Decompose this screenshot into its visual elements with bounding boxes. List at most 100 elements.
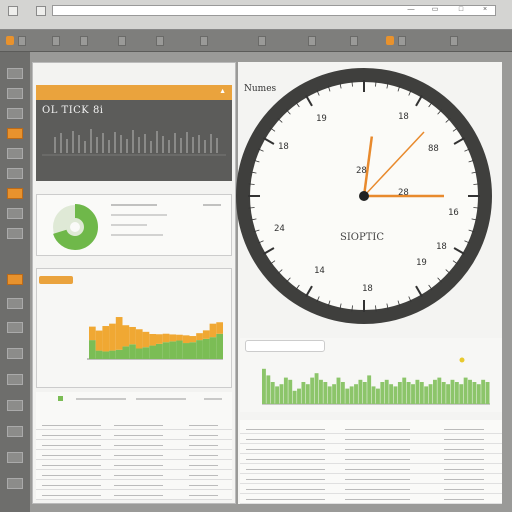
wave-bar: [301, 382, 306, 404]
notification-icon[interactable]: [386, 36, 394, 45]
stat-row: [36, 183, 232, 193]
sidebar-item[interactable]: [7, 322, 23, 333]
toolbar-item[interactable]: [118, 36, 126, 46]
clock-numeral: 18: [398, 112, 409, 122]
wave-chart-card: [240, 338, 502, 412]
gauge-lines: [111, 204, 221, 236]
sidebar-item[interactable]: [7, 148, 23, 159]
wave-bar: [270, 382, 275, 404]
table-row[interactable]: [36, 480, 232, 490]
table-cell: [188, 435, 219, 436]
clock-minor-tick: [428, 101, 433, 108]
toolbar-item[interactable]: [398, 36, 406, 46]
toolbar-item[interactable]: [350, 36, 358, 46]
table-row[interactable]: [240, 454, 502, 464]
sidebar-item[interactable]: [7, 208, 23, 219]
sidebar-item[interactable]: [7, 88, 23, 99]
clock-minor-tick: [327, 85, 331, 92]
table-cell: [114, 435, 164, 436]
window-icon[interactable]: ▭: [430, 5, 440, 14]
table-row[interactable]: [36, 430, 232, 440]
wave-bar: [393, 386, 398, 404]
table-row[interactable]: [36, 490, 232, 500]
alert-card[interactable]: ▲ OL TICK 8i: [36, 85, 232, 181]
toolbar-item[interactable]: [450, 36, 458, 46]
clock-minor-tick: [295, 101, 300, 108]
sidebar-item[interactable]: [7, 68, 23, 79]
bar-orange: [189, 336, 197, 343]
table-cell: [444, 489, 484, 490]
sidebar-item[interactable]: [7, 228, 23, 239]
clock-major-tick: [415, 95, 423, 107]
clock-numeral: 18: [362, 284, 373, 294]
sidebar-item-alert[interactable]: [7, 274, 23, 285]
table-row[interactable]: [240, 434, 502, 444]
clock-minor-tick: [250, 218, 257, 221]
table-cell: [246, 489, 325, 490]
clock-minor-tick: [386, 82, 389, 89]
menu-icon[interactable]: [8, 6, 18, 16]
table-cell: [344, 479, 411, 480]
toolbar-item[interactable]: [308, 36, 316, 46]
toolbar-item[interactable]: [18, 36, 26, 46]
sidebar-item[interactable]: [7, 400, 23, 411]
table-row[interactable]: [240, 464, 502, 474]
maximize-icon[interactable]: □: [456, 5, 466, 14]
toolbar-item[interactable]: [200, 36, 208, 46]
wave-bar: [367, 375, 372, 404]
close-icon[interactable]: ×: [480, 5, 490, 14]
wave-chart: [262, 357, 490, 405]
toolbar-item[interactable]: [80, 36, 88, 46]
table-row[interactable]: [36, 420, 232, 430]
table-row[interactable]: [240, 444, 502, 454]
minimize-icon[interactable]: —: [406, 5, 416, 14]
bar-orange: [142, 331, 150, 348]
sidebar-item-alert[interactable]: [7, 188, 23, 199]
table-row[interactable]: [36, 470, 232, 480]
bar-orange: [115, 317, 123, 350]
table-row[interactable]: [240, 494, 502, 504]
tab-icon[interactable]: [36, 6, 46, 16]
wave-bar: [323, 382, 328, 404]
clock-minor-tick: [386, 303, 389, 310]
toolbar-item[interactable]: [156, 36, 164, 46]
sidebar-item[interactable]: [7, 108, 23, 119]
right-table: [240, 420, 502, 504]
table-row[interactable]: [240, 484, 502, 494]
clock-minor-tick: [286, 109, 291, 115]
table-row[interactable]: [36, 450, 232, 460]
table-row[interactable]: [36, 440, 232, 450]
wave-bar: [468, 379, 472, 404]
clock-center-pin: [359, 191, 369, 201]
table-cell: [344, 469, 411, 470]
clock-minor-tick: [437, 109, 442, 115]
sidebar-item[interactable]: [7, 298, 23, 309]
bar-green: [129, 344, 136, 359]
table-cell: [344, 499, 411, 500]
wave-bar: [327, 386, 332, 404]
table-cell: [344, 439, 411, 440]
gauge-card[interactable]: [36, 194, 232, 256]
sidebar-item[interactable]: [7, 168, 23, 179]
table-row[interactable]: [240, 424, 502, 434]
wave-bar: [419, 382, 424, 404]
alert-sparkline: [42, 129, 226, 156]
table-row[interactable]: [36, 460, 232, 470]
bar-green: [209, 337, 217, 359]
wave-bar: [406, 382, 411, 404]
analog-clock: 19 18 88 18 24 19 14 18 16 18 28 28 SIOP…: [236, 68, 492, 324]
toolbar-item[interactable]: [52, 36, 60, 46]
bar-green: [169, 341, 177, 359]
wave-bar: [310, 377, 315, 404]
sidebar-item[interactable]: [7, 348, 23, 359]
table-cell: [246, 479, 325, 480]
table-cell: [344, 489, 411, 490]
sidebar-item-active[interactable]: [7, 128, 23, 139]
sidebar-item[interactable]: [7, 478, 23, 489]
sidebar-item[interactable]: [7, 426, 23, 437]
sidebar-item[interactable]: [7, 374, 23, 385]
sidebar-item[interactable]: [7, 452, 23, 463]
toolbar-item[interactable]: [258, 36, 266, 46]
table-row[interactable]: [240, 474, 502, 484]
clock-minor-tick: [428, 284, 433, 291]
